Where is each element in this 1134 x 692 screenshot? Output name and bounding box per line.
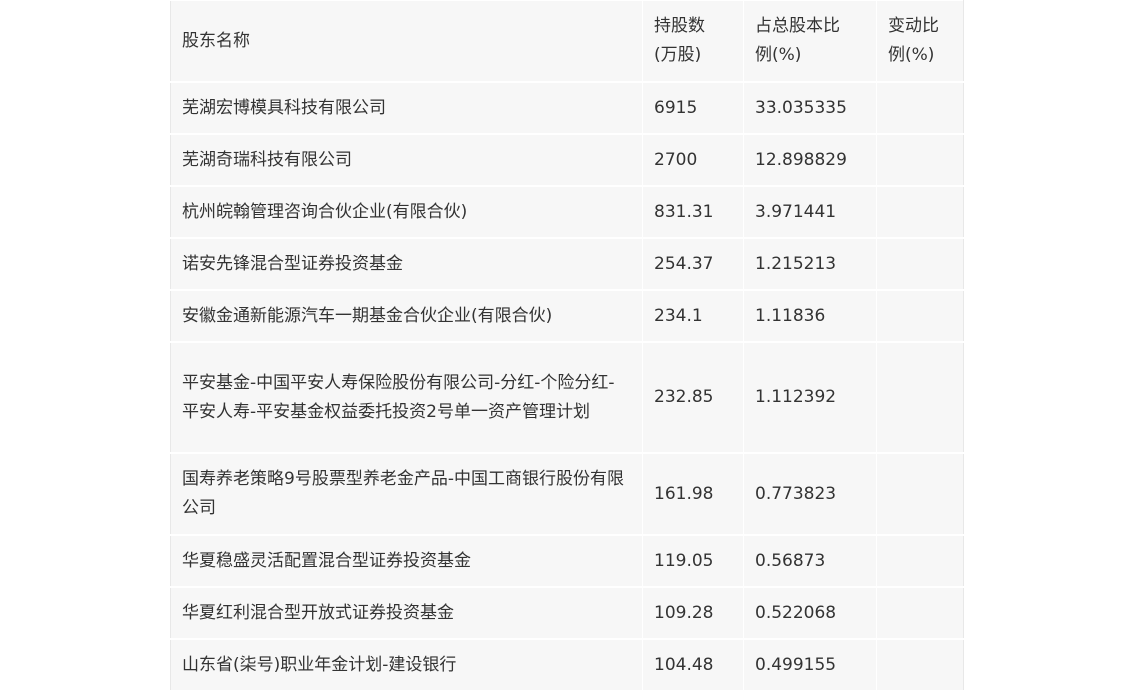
cell-shares: 161.98: [642, 452, 744, 536]
cell-shareholder-name: 山东省(柒号)职业年金计划-建设银行: [170, 638, 643, 692]
header-line: 占总股本比: [755, 16, 840, 36]
cell-ratio: 0.56873: [743, 534, 877, 588]
cell-ratio: 33.035335: [743, 81, 877, 135]
cell-change: [876, 534, 964, 588]
header-line: 例(%): [755, 45, 802, 65]
cell-change: [876, 237, 964, 291]
cell-shareholder-name: 华夏红利混合型开放式证券投资基金: [170, 586, 643, 640]
table-row: 芜湖宏博模具科技有限公司 6915 33.035335: [170, 81, 964, 135]
shareholder-table: 股东名称 持股数 (万股) 占总股本比 例(%) 变动比 例(%) 芜湖宏博模具…: [170, 0, 964, 692]
table-row: 国寿养老策略9号股票型养老金产品-中国工商银行股份有限公司 161.98 0.7…: [170, 452, 964, 536]
cell-shareholder-name: 芜湖宏博模具科技有限公司: [170, 81, 643, 135]
table-row: 华夏稳盛灵活配置混合型证券投资基金 119.05 0.56873: [170, 534, 964, 588]
cell-shareholder-name: 杭州皖翰管理咨询合伙企业(有限合伙): [170, 185, 643, 239]
cell-change: [876, 638, 964, 692]
cell-change: [876, 81, 964, 135]
cell-shareholder-name: 国寿养老策略9号股票型养老金产品-中国工商银行股份有限公司: [170, 452, 643, 536]
cell-change: [876, 133, 964, 187]
table-row: 平安基金-中国平安人寿保险股份有限公司-分红-个险分红-平安人寿-平安基金权益委…: [170, 341, 964, 454]
cell-shares: 119.05: [642, 534, 744, 588]
header-line: 变动比: [888, 16, 939, 36]
header-line: 持股数: [654, 16, 705, 36]
header-line: 股东名称: [182, 30, 250, 51]
cell-shareholder-name: 诺安先锋混合型证券投资基金: [170, 237, 643, 291]
cell-shares: 109.28: [642, 586, 744, 640]
table-row: 诺安先锋混合型证券投资基金 254.37 1.215213: [170, 237, 964, 291]
cell-shares: 104.48: [642, 638, 744, 692]
header-change: 变动比 例(%): [876, 0, 964, 83]
cell-change: [876, 586, 964, 640]
cell-ratio: 12.898829: [743, 133, 877, 187]
cell-shares: 232.85: [642, 341, 744, 454]
cell-ratio: 0.499155: [743, 638, 877, 692]
cell-shares: 6915: [642, 81, 744, 135]
cell-shareholder-name: 华夏稳盛灵活配置混合型证券投资基金: [170, 534, 643, 588]
cell-ratio: 0.773823: [743, 452, 877, 536]
header-line: 例(%): [888, 45, 935, 65]
header-line: (万股): [654, 45, 702, 65]
cell-shareholder-name: 安徽金通新能源汽车一期基金合伙企业(有限合伙): [170, 289, 643, 343]
cell-shares: 831.31: [642, 185, 744, 239]
cell-ratio: 1.215213: [743, 237, 877, 291]
cell-shares: 254.37: [642, 237, 744, 291]
header-shares: 持股数 (万股): [642, 0, 744, 83]
header-ratio: 占总股本比 例(%): [743, 0, 877, 83]
cell-ratio: 3.971441: [743, 185, 877, 239]
table-row: 芜湖奇瑞科技有限公司 2700 12.898829: [170, 133, 964, 187]
cell-change: [876, 289, 964, 343]
table-row: 安徽金通新能源汽车一期基金合伙企业(有限合伙) 234.1 1.11836: [170, 289, 964, 343]
cell-ratio: 0.522068: [743, 586, 877, 640]
cell-ratio: 1.11836: [743, 289, 877, 343]
table-header-row: 股东名称 持股数 (万股) 占总股本比 例(%) 变动比 例(%): [170, 0, 964, 83]
header-shareholder-name: 股东名称: [170, 0, 643, 83]
cell-change: [876, 341, 964, 454]
cell-shares: 234.1: [642, 289, 744, 343]
table-row: 山东省(柒号)职业年金计划-建设银行 104.48 0.499155: [170, 638, 964, 692]
table-row: 杭州皖翰管理咨询合伙企业(有限合伙) 831.31 3.971441: [170, 185, 964, 239]
cell-change: [876, 185, 964, 239]
cell-ratio: 1.112392: [743, 341, 877, 454]
cell-change: [876, 452, 964, 536]
table-row: 华夏红利混合型开放式证券投资基金 109.28 0.522068: [170, 586, 964, 640]
cell-shareholder-name: 平安基金-中国平安人寿保险股份有限公司-分红-个险分红-平安人寿-平安基金权益委…: [170, 341, 643, 454]
shareholder-table-container: 股东名称 持股数 (万股) 占总股本比 例(%) 变动比 例(%) 芜湖宏博模具…: [170, 0, 964, 692]
cell-shareholder-name: 芜湖奇瑞科技有限公司: [170, 133, 643, 187]
cell-shares: 2700: [642, 133, 744, 187]
